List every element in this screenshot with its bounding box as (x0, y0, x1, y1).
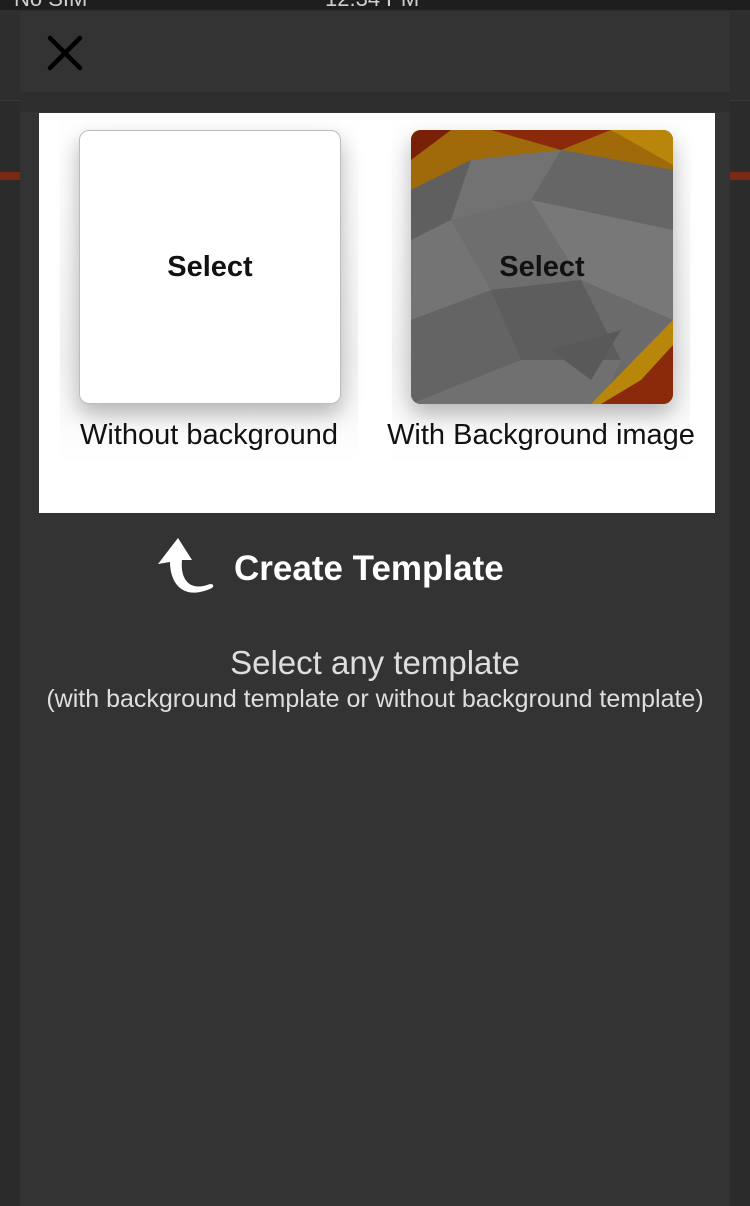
curl-arrow-icon (158, 538, 214, 593)
select-label: Select (499, 250, 585, 283)
template-without-background-card[interactable]: Select (79, 130, 341, 404)
create-template-title: Create Template (234, 549, 504, 588)
close-button[interactable] (44, 32, 86, 74)
template-with-background-card[interactable]: Select (411, 130, 673, 404)
hint-sub-text: (with background template or without bac… (46, 685, 704, 713)
template-options-panel: Select Select Without background With Ba… (39, 113, 715, 513)
background-accent-left (0, 172, 20, 180)
close-icon (47, 35, 83, 71)
with-background-caption: With Background image (387, 419, 695, 451)
hint-main-text: Select any template (230, 644, 520, 681)
template-modal: Select Select Without background With Ba… (20, 12, 730, 1206)
modal-divider (20, 92, 730, 112)
select-label: Select (167, 250, 253, 283)
status-bar: No SIM 12:34 PM (0, 0, 750, 11)
create-template-button[interactable]: Create Template (150, 534, 600, 604)
modal-header (20, 12, 730, 92)
background-accent-right (730, 172, 750, 180)
without-background-caption: Without background (80, 419, 338, 451)
